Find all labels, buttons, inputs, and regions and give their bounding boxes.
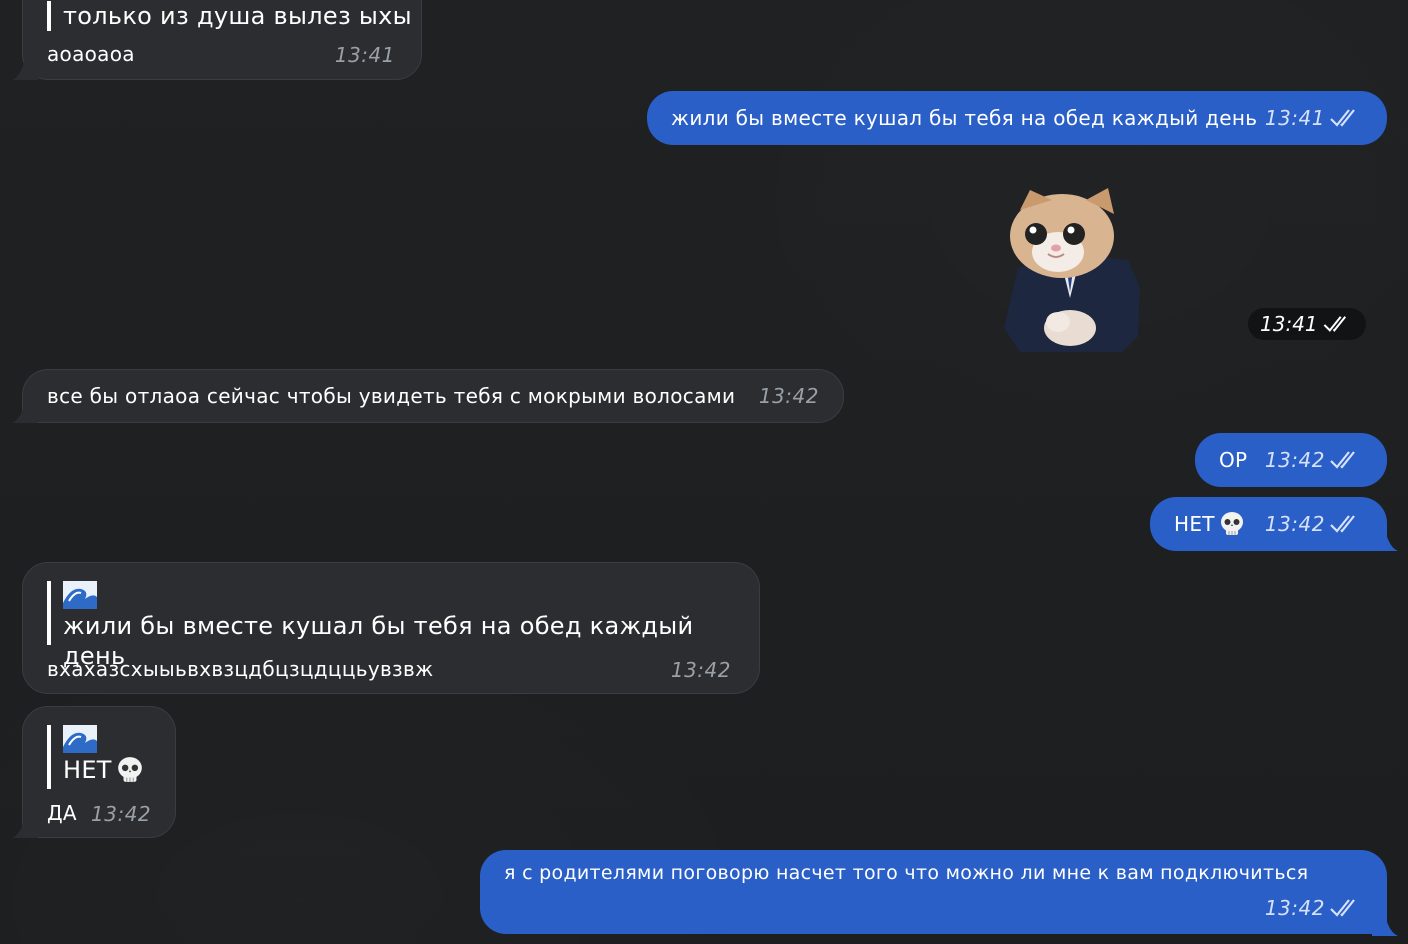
double-check-icon <box>1330 899 1355 917</box>
message-incoming[interactable]: НЕТ ДА 13:42 <box>22 706 176 838</box>
message-outgoing[interactable]: НЕТ 13:42 <box>1150 497 1387 551</box>
message-time: 13:41 <box>334 43 395 67</box>
bubble-tail <box>12 812 38 838</box>
cat-in-suit-sticker <box>1004 188 1140 352</box>
bubble-tail <box>12 54 38 80</box>
message-time: 13:42 <box>1264 448 1325 472</box>
message-time: 13:42 <box>670 658 731 682</box>
reply-quote[interactable]: жили бы вместе кушал бы тебя на обед каж… <box>47 581 759 670</box>
wave-emoji <box>63 725 97 753</box>
reply-quote-text: только из душа вылез ыхы <box>63 2 412 30</box>
message-incoming[interactable]: жили бы вместе кушал бы тебя на обед каж… <box>22 562 760 694</box>
reply-quote-text: НЕТ <box>63 756 112 784</box>
message-time: 13:41 <box>1264 106 1325 130</box>
message-time: 13:42 <box>1264 896 1325 920</box>
bubble-tail <box>1372 910 1398 936</box>
message-outgoing[interactable]: я с родителями поговорю насчет того что … <box>480 850 1387 934</box>
sticker-time: 13:41 <box>1248 308 1366 340</box>
message-outgoing[interactable]: жили бы вместе кушал бы тебя на обед каж… <box>647 91 1387 145</box>
message-text: ДА <box>47 801 77 825</box>
skull-emoji <box>117 757 142 782</box>
double-check-icon <box>1323 316 1346 332</box>
message-incoming[interactable]: только из душа вылез ыхы аоаоаоа 13:41 <box>22 0 422 80</box>
message-outgoing[interactable]: ОР 13:42 <box>1195 433 1387 487</box>
message-time: 13:42 <box>1264 512 1325 536</box>
message-text: все бы отлаоа сейчас чтобы увидеть тебя … <box>47 384 736 408</box>
message-text: вхахазсхыыьвхвзцдбцзцдццьувзвж <box>47 657 434 681</box>
message-text: я с родителями поговорю насчет того что … <box>504 862 1309 884</box>
message-time: 13:42 <box>758 384 819 408</box>
message-text: жили бы вместе кушал бы тебя на обед каж… <box>671 106 1258 130</box>
message-text: ОР <box>1219 448 1248 472</box>
message-time: 13:41 <box>1260 312 1318 336</box>
message-text: аоаоаоа <box>47 42 135 66</box>
sticker-message[interactable] <box>1000 188 1142 356</box>
double-check-icon <box>1330 515 1355 533</box>
message-time: 13:42 <box>91 802 152 826</box>
wave-emoji <box>63 581 97 609</box>
bubble-tail <box>1372 525 1398 551</box>
bubble-tail <box>12 397 38 423</box>
skull-emoji <box>1220 512 1243 535</box>
double-check-icon <box>1330 109 1355 127</box>
reply-quote[interactable]: НЕТ <box>47 725 144 789</box>
double-check-icon <box>1330 451 1355 469</box>
message-text: НЕТ <box>1174 512 1215 536</box>
message-incoming[interactable]: все бы отлаоа сейчас чтобы увидеть тебя … <box>22 369 844 423</box>
reply-quote[interactable]: только из душа вылез ыхы <box>47 1 412 31</box>
